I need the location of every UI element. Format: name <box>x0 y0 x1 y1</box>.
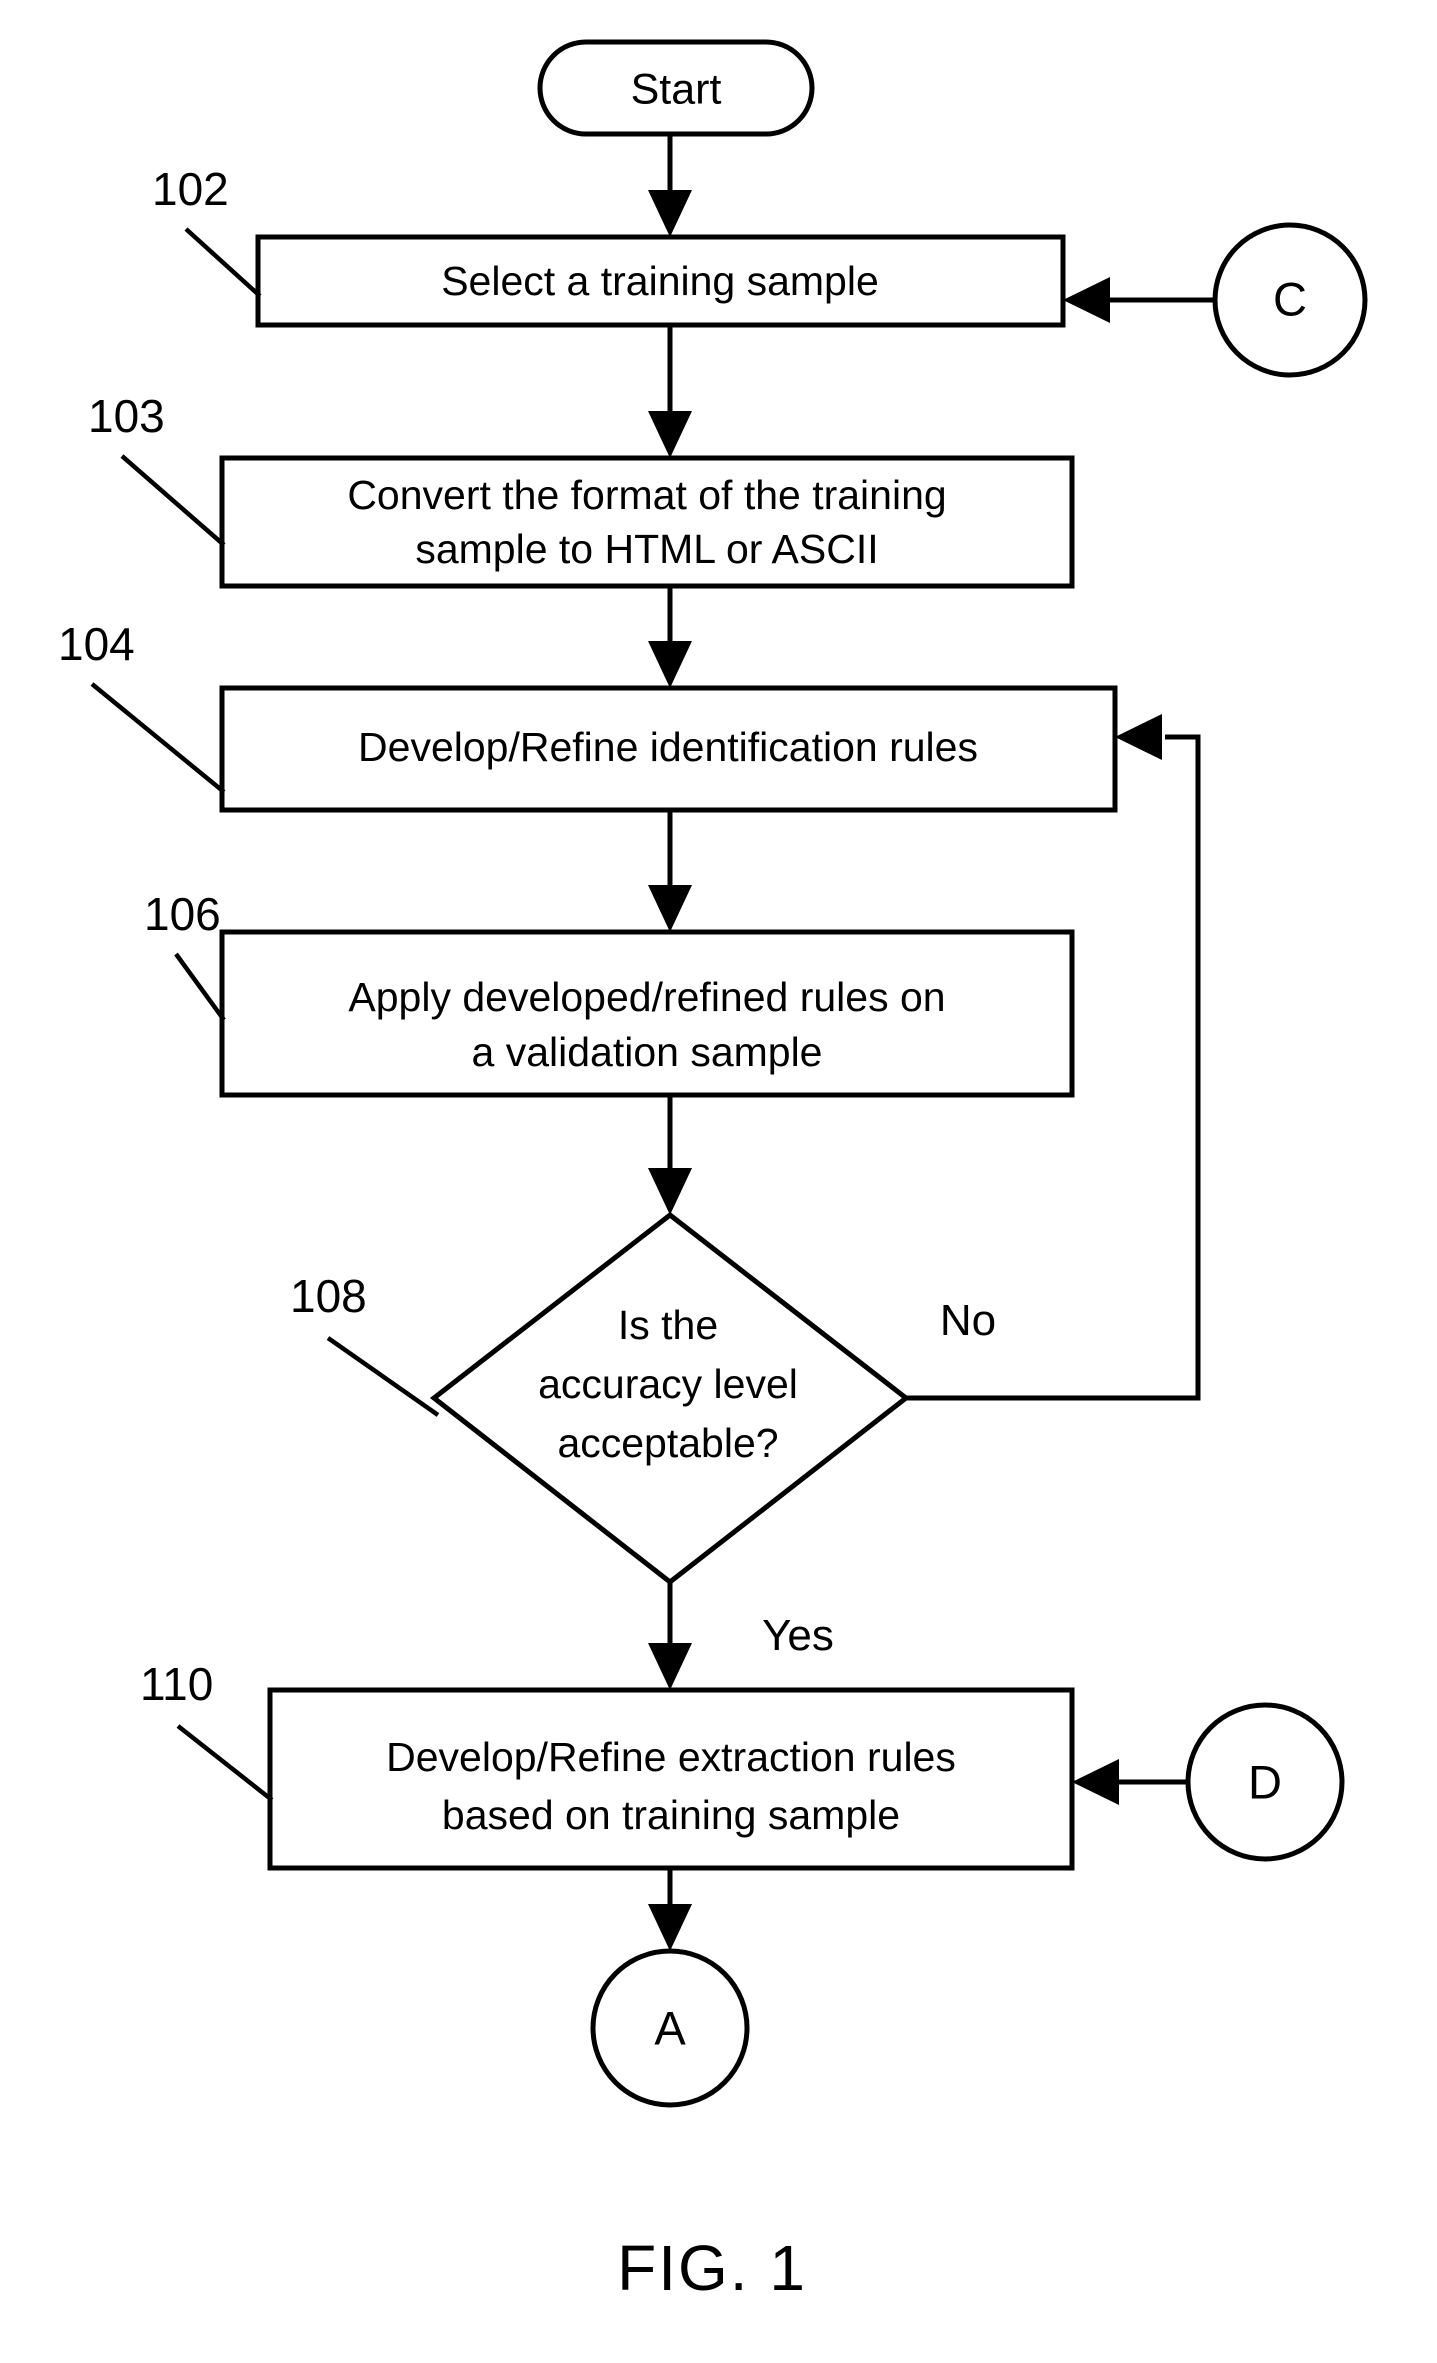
edge-108-yes-arrowhead <box>648 1643 692 1690</box>
connector-c-label: C <box>1273 272 1307 325</box>
edge-d-to-110-arrowhead <box>1072 1759 1119 1805</box>
ref-number-104: 104 <box>58 618 135 670</box>
ref-number-108: 108 <box>290 1270 367 1322</box>
decision-diamond-108-line2: accuracy level <box>538 1361 798 1407</box>
process-box-104-label: Develop/Refine identification rules <box>358 724 978 770</box>
process-box-106-line2: a validation sample <box>472 1029 823 1075</box>
process-box-103-line1: Convert the format of the training <box>347 472 946 518</box>
decision-diamond-108-line1: Is the <box>618 1302 718 1348</box>
ref-number-103: 103 <box>88 390 165 442</box>
decision-diamond-108-line3: acceptable? <box>557 1420 778 1466</box>
branch-label-no: No <box>940 1296 996 1345</box>
ref-leader-106 <box>174 952 226 1022</box>
process-box-110-line1: Develop/Refine extraction rules <box>386 1734 956 1780</box>
edge-110-to-a-arrowhead <box>648 1904 692 1951</box>
edge-106-to-108-arrowhead <box>648 1168 692 1215</box>
ref-number-110: 110 <box>140 1658 213 1710</box>
process-box-103-line2: sample to HTML or ASCII <box>415 526 878 572</box>
edge-103-to-104-arrowhead <box>648 641 692 688</box>
edge-108-no-loop-arrowhead <box>1115 714 1162 760</box>
edge-start-to-102-arrowhead <box>648 190 692 237</box>
ref-leader-103 <box>120 454 226 547</box>
start-terminal-label: Start <box>631 65 722 113</box>
ref-leader-108 <box>326 1336 440 1417</box>
ref-leader-104 <box>90 682 226 794</box>
process-box-106-line1: Apply developed/refined rules on <box>348 974 945 1020</box>
connector-d-label: D <box>1248 1755 1282 1808</box>
flowchart-canvas: Start Select a training sample 102 C Con… <box>58 39 1368 2304</box>
ref-number-102: 102 <box>152 163 229 215</box>
figure-root: Start Select a training sample 102 C Con… <box>0 0 1437 2363</box>
process-box-110-line2: based on training sample <box>442 1792 900 1838</box>
edge-102-to-103-arrowhead <box>648 411 692 458</box>
ref-number-106: 106 <box>144 888 221 940</box>
edge-c-to-102-arrowhead <box>1063 277 1110 323</box>
ref-leader-110 <box>176 1724 274 1802</box>
connector-a-label: A <box>654 2001 686 2054</box>
figure-caption: FIG. 1 <box>617 2232 807 2304</box>
branch-label-yes: Yes <box>762 1611 834 1660</box>
edge-104-to-106-arrowhead <box>648 885 692 932</box>
process-box-102-label: Select a training sample <box>441 258 879 304</box>
ref-leader-102 <box>184 227 262 298</box>
